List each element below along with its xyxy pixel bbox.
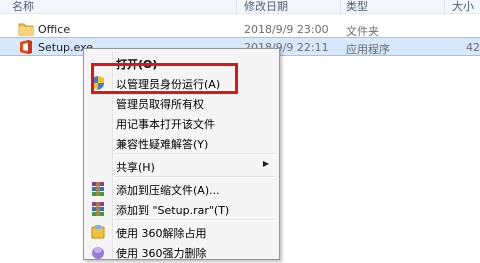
column-name-header[interactable]: 名称: [12, 0, 34, 14]
folder-icon: [18, 22, 34, 36]
menu-item-label: 管理员取得所有权: [116, 98, 204, 111]
file-date: 2018/9/9 23:00: [244, 23, 329, 36]
menu-item-label: 添加到压缩文件(A)...: [116, 184, 220, 197]
column-divider[interactable]: [340, 0, 341, 13]
column-date-header[interactable]: 修改日期: [244, 0, 288, 14]
menu-item-label: 使用 360解除占用: [116, 227, 207, 240]
menu-item-add-archive[interactable]: 添加到压缩文件(A)...: [84, 178, 279, 200]
column-divider[interactable]: [444, 0, 445, 13]
force-delete-icon: [90, 244, 106, 260]
column-divider[interactable]: [236, 0, 237, 13]
file-name: Office: [38, 23, 71, 36]
menu-item-360-unlock[interactable]: 使用 360解除占用: [84, 221, 279, 243]
file-unlock-icon: [90, 224, 106, 240]
menu-item-take-ownership[interactable]: 管理员取得所有权: [84, 92, 279, 114]
menu-item-add-setup-rar[interactable]: 添加到 "Setup.rar"(T): [84, 198, 279, 220]
winrar-icon: [90, 181, 106, 197]
submenu-arrow-icon: ▶: [262, 159, 269, 168]
menu-item-label: 用记事本打开该文件: [116, 118, 215, 131]
menu-item-label: 共享(H): [116, 161, 155, 174]
menu-item-open-notepad[interactable]: 用记事本打开该文件: [84, 112, 279, 134]
menu-item-share[interactable]: 共享(H) ▶: [84, 155, 279, 177]
column-header-bar: 名称 修改日期 类型 大小: [0, 0, 480, 14]
column-size-header[interactable]: 大小: [452, 0, 474, 14]
winrar-icon: [90, 201, 106, 217]
file-size: 42: [466, 41, 480, 54]
menu-item-label: 兼容性疑难解答(Y): [116, 138, 209, 151]
menu-item-label: 使用 360强力删除: [116, 247, 207, 260]
office-setup-icon: [18, 39, 34, 54]
menu-item-360-force-delete[interactable]: 使用 360强力删除: [84, 241, 279, 263]
highlight-annotation-box: [91, 63, 238, 94]
column-type-header[interactable]: 类型: [346, 0, 368, 14]
menu-item-compat-troubleshoot[interactable]: 兼容性疑难解答(Y): [84, 132, 279, 154]
menu-item-label: 添加到 "Setup.rar"(T): [116, 204, 230, 217]
file-type: 应用程序: [346, 43, 390, 56]
